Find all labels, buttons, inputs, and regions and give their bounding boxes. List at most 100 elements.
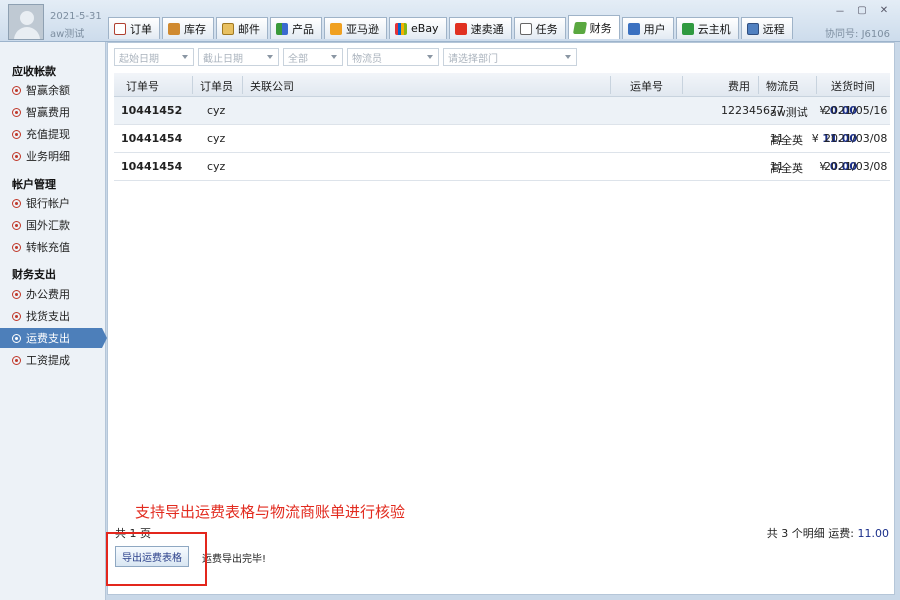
currency-symbol: ¥	[811, 132, 819, 145]
summary-total: 11.00	[857, 527, 890, 540]
avatar[interactable]	[8, 4, 44, 40]
bullet-icon	[12, 85, 21, 95]
sidebar-item-transfer[interactable]: 转帐充值	[0, 237, 106, 257]
bullet-icon	[12, 289, 21, 299]
bullet-icon	[12, 355, 21, 365]
sidebar-item-recharge[interactable]: 充值提现	[0, 124, 106, 144]
table-header: 订单号 订单员 关联公司 运单号 费用 物流员 送货时间	[114, 73, 890, 97]
filter-placeholder: 请选择部门	[448, 53, 498, 65]
tab-user[interactable]: 用户	[621, 17, 674, 39]
cell-order-no: 10441454	[121, 160, 183, 173]
col-ship-time[interactable]: 送货时间	[831, 78, 875, 94]
cell-order-no: 10441452	[121, 104, 183, 117]
mail-icon	[222, 22, 234, 35]
category-select[interactable]: 全部	[283, 48, 343, 66]
chevron-down-icon	[267, 55, 273, 59]
section-title-receivables: 应收帐款	[12, 65, 56, 78]
department-select[interactable]: 请选择部门	[443, 48, 577, 66]
sidebar-item-balance[interactable]: 智赢余额	[0, 80, 106, 100]
tab-label: 产品	[292, 22, 314, 36]
sidebar-item-sourcing[interactable]: 找货支出	[0, 306, 106, 326]
tab-remote[interactable]: 远程	[740, 17, 793, 39]
tab-product[interactable]: 产品	[270, 17, 322, 39]
sidebar-item-label: 办公费用	[26, 288, 70, 301]
minimize-button[interactable]: －	[832, 4, 848, 18]
filter-placeholder: 截止日期	[203, 53, 243, 65]
col-logistics[interactable]: 物流员	[766, 78, 799, 94]
ebay-icon	[395, 22, 407, 35]
filter-placeholder: 物流员	[352, 53, 382, 65]
sidebar-item-freight[interactable]: 运费支出	[0, 328, 107, 348]
sidebar-item-fees[interactable]: 智赢费用	[0, 102, 106, 122]
sidebar-item-details[interactable]: 业务明细	[0, 146, 106, 166]
cell-logistics: aw测试	[770, 106, 808, 119]
column-divider	[242, 76, 243, 94]
column-divider	[758, 76, 759, 94]
cell-staff: cyz	[207, 104, 226, 117]
column-divider	[682, 76, 683, 94]
maximize-button[interactable]: ▢	[854, 4, 870, 16]
table-row[interactable]: 10441454 cyz 11 ¥ 0.00 高全英 2021/03/08	[114, 153, 890, 181]
tab-label: 邮件	[238, 22, 260, 36]
avatar-head	[20, 11, 34, 25]
freight-table: 订单号 订单员 关联公司 运单号 费用 物流员 送货时间 10441452 cy…	[114, 73, 890, 181]
tab-amazon[interactable]: 亚马逊	[324, 17, 387, 39]
column-divider	[192, 76, 193, 94]
end-date-select[interactable]: 截止日期	[198, 48, 279, 66]
finance-icon	[572, 21, 587, 34]
tab-label: 亚马逊	[346, 22, 379, 36]
bullet-icon	[12, 311, 21, 321]
stock-icon	[168, 22, 180, 35]
tab-task[interactable]: 任务	[513, 17, 566, 39]
close-button[interactable]: ✕	[876, 4, 892, 16]
tab-label: 速卖通	[470, 22, 504, 36]
sidebar-item-remittance[interactable]: 国外汇款	[0, 215, 106, 235]
cell-logistics: 高全英	[770, 162, 803, 175]
col-fee[interactable]: 费用	[728, 78, 750, 94]
bullet-icon	[12, 107, 21, 117]
cell-ship-time: 2021/03/08	[824, 160, 888, 173]
summary-label: 共 3 个明细 运费:	[766, 527, 854, 540]
sidebar: 应收帐款 智赢余额 智赢费用 充值提现 业务明细 帐户管理 银行帐户 国外汇款 …	[0, 42, 107, 600]
cell-ship-time: 2021/05/16	[824, 104, 888, 117]
module-tabs: 订单 库存 邮件 产品 亚马逊 eBay 速卖通 任务 财务 用户 云主机 远程	[108, 15, 795, 39]
tab-label: 财务	[589, 21, 612, 35]
chevron-down-icon	[565, 55, 571, 59]
table-row[interactable]: 10441452 cyz 122345677 ¥ 0.00 aw测试 2021/…	[114, 97, 890, 125]
remote-icon	[746, 22, 759, 35]
bullet-icon	[12, 242, 21, 252]
tab-order[interactable]: 订单	[108, 17, 160, 39]
col-staff[interactable]: 订单员	[200, 78, 233, 94]
start-date-select[interactable]: 起始日期	[114, 48, 194, 66]
tab-aliexpress[interactable]: 速卖通	[448, 17, 512, 39]
order-icon	[114, 22, 126, 35]
tab-label: 云主机	[697, 22, 731, 36]
tab-label: 远程	[762, 22, 785, 36]
tab-finance[interactable]: 财务	[567, 15, 620, 39]
tab-label: 库存	[184, 22, 206, 36]
main-panel: 起始日期 截止日期 全部 物流员 请选择部门 订单号 订单员 关联公司 运单号 …	[107, 42, 895, 595]
tab-label: eBay	[411, 22, 439, 35]
tab-ebay[interactable]: eBay	[389, 17, 447, 39]
coop-number: 协同号: J6106	[825, 29, 890, 40]
sidebar-item-label: 智赢费用	[26, 106, 70, 119]
cell-staff: cyz	[207, 160, 226, 173]
sidebar-item-label: 转帐充值	[26, 241, 70, 254]
table-row[interactable]: 10441454 cyz 11 ¥ 11.00 高全英 2021/03/08	[114, 125, 890, 153]
bullet-icon	[12, 151, 21, 161]
sidebar-item-bank[interactable]: 银行帐户	[0, 193, 106, 213]
highlight-box	[106, 532, 207, 586]
col-waybill[interactable]: 运单号	[630, 78, 663, 94]
col-company[interactable]: 关联公司	[250, 78, 294, 94]
export-status: 运费导出完毕!	[202, 554, 267, 565]
logistics-staff-select[interactable]: 物流员	[347, 48, 439, 66]
tab-mail[interactable]: 邮件	[216, 17, 268, 39]
sidebar-item-office[interactable]: 办公费用	[0, 284, 106, 304]
col-order-no[interactable]: 订单号	[126, 78, 159, 94]
sidebar-item-payroll[interactable]: 工资提成	[0, 350, 106, 370]
column-divider	[816, 76, 817, 94]
amazon-icon	[330, 22, 342, 35]
product-icon	[276, 22, 288, 35]
tab-stock[interactable]: 库存	[162, 17, 214, 39]
tab-cloud[interactable]: 云主机	[675, 17, 739, 39]
